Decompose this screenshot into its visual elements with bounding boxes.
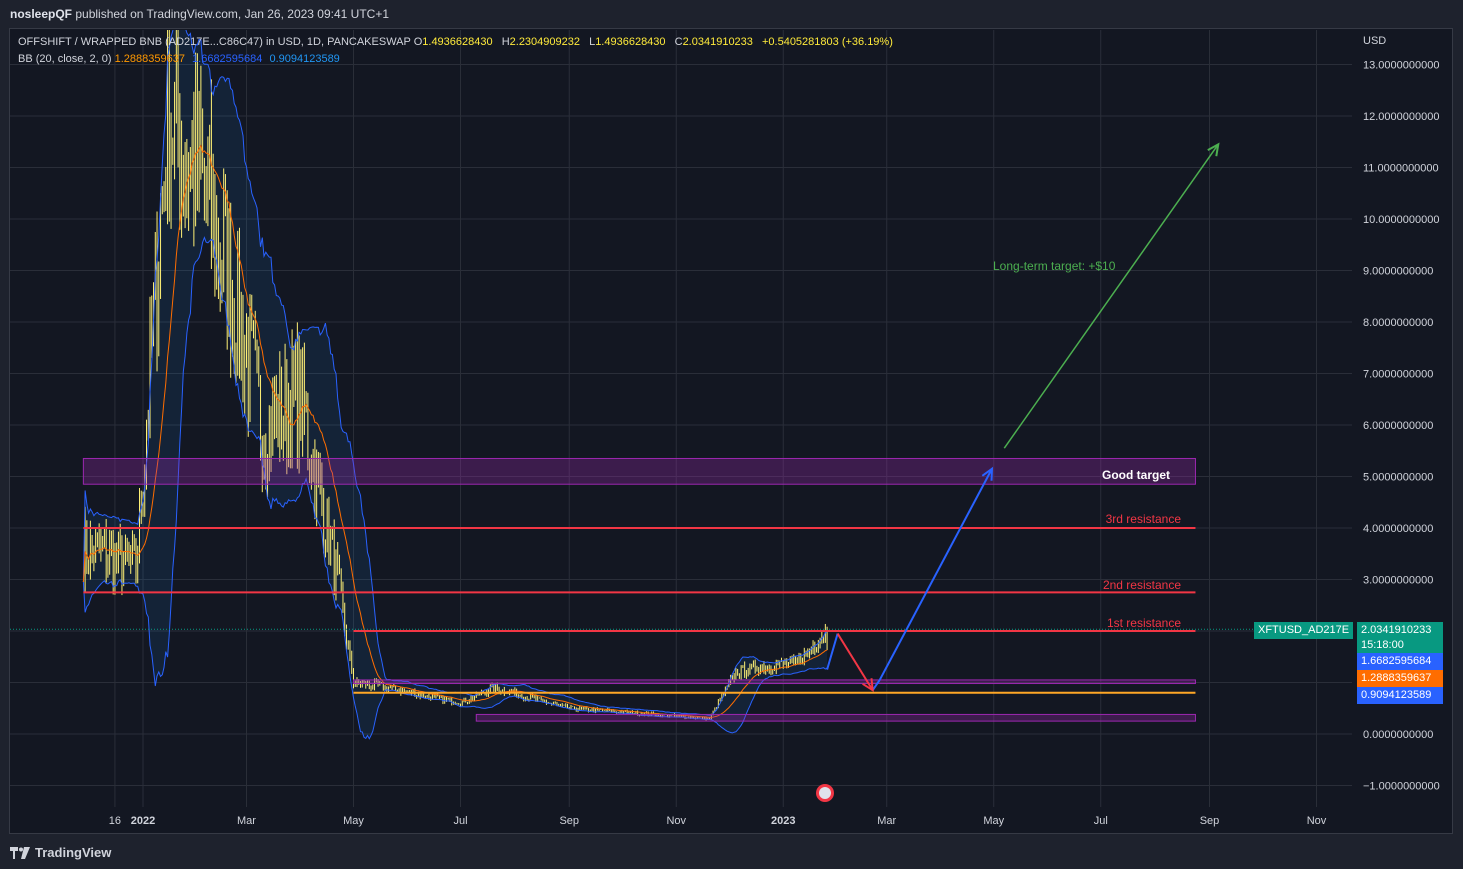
chart-legend: OFFSHIFT / WRAPPED BNB (AD217E...C86C47)… xyxy=(18,34,893,68)
price-axis-tick: 3.0000000000 xyxy=(1363,575,1433,587)
brand-name: TradingView xyxy=(35,845,112,860)
legend-change: +0.5405281803 (+36.19%) xyxy=(761,36,893,48)
price-axis-tick: 10.0000000000 xyxy=(1363,214,1439,226)
legend-close: 2.0341910233 xyxy=(682,36,753,48)
price-axis-tick: 7.0000000000 xyxy=(1363,369,1433,381)
price-axis-currency: USD xyxy=(1363,35,1386,47)
time-axis-tick: 16 xyxy=(109,815,121,827)
resistance-1-label: 1st resistance xyxy=(1107,616,1181,630)
bb-lower-tag: 0.9094123589 xyxy=(1357,687,1443,704)
projection-segment-up xyxy=(826,633,839,670)
time-axis-tick: Nov xyxy=(1307,815,1327,827)
legend-high-label: H xyxy=(501,36,510,48)
legend-bb-row: BB (20, close, 2, 0) 1.2888359637 1.6682… xyxy=(18,51,893,68)
resistance-2-label: 2nd resistance xyxy=(1103,578,1181,592)
long-term-arrow xyxy=(1003,143,1219,449)
legend-open: 1.4936628430 xyxy=(422,36,493,48)
time-axis-tick: Jul xyxy=(1094,815,1108,827)
close-price-value: 2.0341910233 xyxy=(1361,624,1432,636)
legend-close-label: C xyxy=(674,36,683,48)
legend-bb-basis: 1.2888359637 xyxy=(114,53,185,65)
time-axis-tick: May xyxy=(983,815,1004,827)
time-axis-tick: Nov xyxy=(666,815,686,827)
price-axis-tick: 13.0000000000 xyxy=(1363,60,1439,72)
price-axis-tick: −1.0000000000 xyxy=(1363,781,1440,793)
legend-bb-lower: 0.9094123589 xyxy=(269,53,340,65)
projection-segment-up xyxy=(878,468,993,681)
price-axis-tick: 8.0000000000 xyxy=(1363,317,1433,329)
zone-box xyxy=(82,457,1196,485)
price-axis-tick: 4.0000000000 xyxy=(1363,523,1433,535)
legend-open-label: O xyxy=(413,36,423,48)
price-axis-tick: 5.0000000000 xyxy=(1363,472,1433,484)
long-term-target-label: Long-term target: +$10 xyxy=(993,259,1116,273)
footer: TradingView xyxy=(0,836,1463,869)
time-axis: 16 2022 Mar May Jul Sep Nov 2023 Mar May Jul Sep Nov xyxy=(109,815,1327,827)
event-marker-inner xyxy=(819,787,831,799)
plot-area: Good target 3rd resistance 2nd resistance 1… xyxy=(10,30,1352,807)
price-axis-tick: 12.0000000000 xyxy=(1363,111,1439,123)
time-axis-tick: Sep xyxy=(559,815,579,827)
close-price-tag: 2.0341910233 15:18:00 xyxy=(1357,622,1443,653)
legend-bb-upper: 1.6682595684 xyxy=(192,53,263,65)
time-axis-tick: Sep xyxy=(1200,815,1220,827)
time-axis-tick: 2022 xyxy=(131,815,155,827)
time-axis-tick: 2023 xyxy=(771,815,795,827)
price-chart[interactable]: Good target 3rd resistance 2nd resistance 1… xyxy=(0,0,1463,869)
time-axis-tick: Mar xyxy=(877,815,896,827)
bb-upper-tag: 1.6682595684 xyxy=(1357,653,1443,670)
time-axis-tick: Jul xyxy=(453,815,467,827)
price-axis-tick: 0.0000000000 xyxy=(1363,729,1433,741)
price-axis-tick: 9.0000000000 xyxy=(1363,266,1433,278)
zone-box xyxy=(352,679,1196,685)
bb-lower-line xyxy=(82,236,828,740)
legend-symbol-row: OFFSHIFT / WRAPPED BNB (AD217E...C86C47)… xyxy=(18,34,893,51)
legend-symbol[interactable]: OFFSHIFT / WRAPPED BNB (AD217E...C86C47)… xyxy=(18,36,411,48)
legend-bb-label[interactable]: BB (20, close, 2, 0) xyxy=(18,53,112,65)
tradingview-logo[interactable]: TradingView xyxy=(10,845,111,860)
bollinger-band-fill xyxy=(83,30,828,739)
resistance-3-label: 3rd resistance xyxy=(1106,512,1182,526)
tradingview-logo-icon xyxy=(10,846,30,859)
bar-countdown: 15:18:00 xyxy=(1361,639,1404,651)
price-axis-tick: 6.0000000000 xyxy=(1363,420,1433,432)
symbol-price-tag: XFTUSD_AD217E xyxy=(1254,622,1354,639)
legend-low: 1.4936628430 xyxy=(595,36,666,48)
price-axis-tick: 11.0000000000 xyxy=(1363,163,1439,175)
legend-high: 2.2304909232 xyxy=(509,36,580,48)
zone-box xyxy=(475,713,1196,722)
good-target-label: Good target xyxy=(1102,468,1170,482)
bb-basis-tag: 1.2888359637 xyxy=(1357,670,1443,687)
time-axis-tick: May xyxy=(343,815,364,827)
time-axis-tick: Mar xyxy=(237,815,256,827)
